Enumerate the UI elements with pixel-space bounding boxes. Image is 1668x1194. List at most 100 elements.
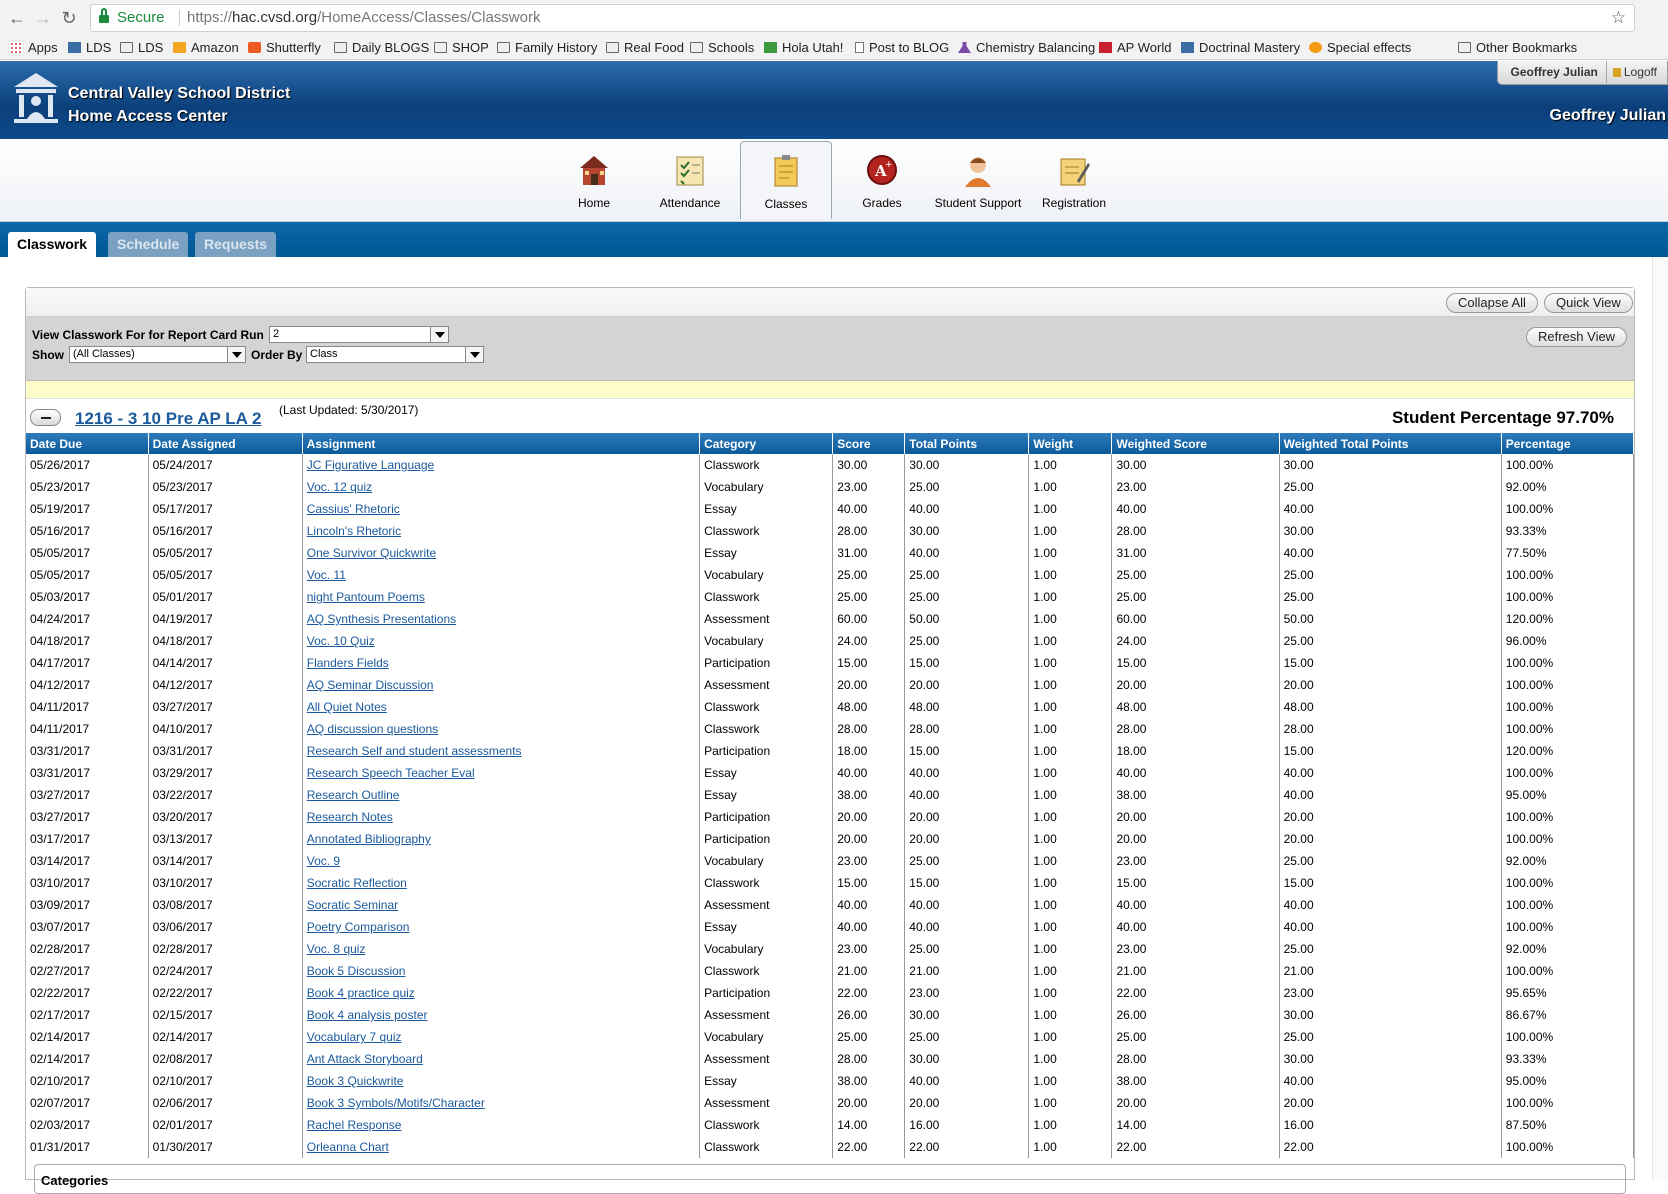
assignment-cell[interactable]: All Quiet Notes [302,696,701,718]
bookmark-item[interactable]: Apps [10,39,58,57]
bookmark-item[interactable]: Shutterfly [248,39,321,57]
collapse-all-button[interactable]: Collapse All [1446,293,1538,313]
assignment-link[interactable]: Research Notes [307,810,393,824]
tab-requests[interactable]: Requests [195,232,277,257]
assignment-cell[interactable]: Research Speech Teacher Eval [302,762,701,784]
assignment-link[interactable]: AQ Synthesis Presentations [307,612,456,626]
assignment-link[interactable]: Socratic Seminar [307,898,398,912]
bookmark-item[interactable]: Post to BLOG [855,39,949,57]
assignment-cell[interactable]: Annotated Bibliography [302,828,701,850]
refresh-view-button[interactable]: Refresh View [1526,327,1628,347]
assignment-link[interactable]: Book 3 Quickwrite [307,1074,404,1088]
assignment-link[interactable]: Ant Attack Storyboard [307,1052,423,1066]
assignment-link[interactable]: Research Self and student assessments [307,744,522,758]
assignment-cell[interactable]: One Survivor Quickwrite [302,542,701,564]
assignment-link[interactable]: Lincoln's Rhetoric [307,524,401,538]
column-header[interactable]: Category [699,433,834,454]
assignment-cell[interactable]: Vocabulary 7 quiz [302,1026,701,1048]
assignment-cell[interactable]: Voc. 11 [302,564,701,586]
nav-registration[interactable]: Registration [1028,141,1120,217]
assignment-link[interactable]: AQ discussion questions [307,722,438,736]
assignment-link[interactable]: Voc. 12 quiz [307,480,372,494]
column-header[interactable]: Date Assigned [148,433,303,454]
address-bar[interactable]: Secure https://hac.cvsd.org/HomeAccess/C… [90,4,1635,32]
assignment-link[interactable]: night Pantoum Poems [307,590,425,604]
assignment-cell[interactable]: JC Figurative Language [302,454,701,476]
nav-classes[interactable]: Classes [740,141,832,219]
assignment-cell[interactable]: night Pantoum Poems [302,586,701,608]
assignment-link[interactable]: Voc. 8 quiz [307,942,366,956]
column-header[interactable]: Score [832,433,906,454]
assignment-cell[interactable]: AQ discussion questions [302,718,701,740]
logoff-link[interactable]: Logoff [1607,61,1657,83]
assignment-link[interactable]: Socratic Reflection [307,876,407,890]
order-by-select[interactable]: Class [306,346,484,363]
assignment-cell[interactable]: Research Notes [302,806,701,828]
assignment-cell[interactable]: Book 4 practice quiz [302,982,701,1004]
bookmark-item[interactable]: SHOP [434,39,489,57]
bookmark-item[interactable]: AP World [1099,39,1171,57]
assignment-cell[interactable]: Lincoln's Rhetoric [302,520,701,542]
assignment-link[interactable]: Research Outline [307,788,400,802]
bookmark-item[interactable]: LDS [68,39,111,57]
bookmark-item[interactable]: Hola Utah! [764,39,843,57]
column-header[interactable]: Date Due [26,433,149,454]
bookmark-item[interactable]: Daily BLOGS [334,39,429,57]
assignment-cell[interactable]: Book 3 Quickwrite [302,1070,701,1092]
tab-schedule[interactable]: Schedule [108,232,189,257]
column-header[interactable]: Weighted Score [1111,433,1280,454]
nav-grades[interactable]: A + Grades [836,141,928,217]
bookmark-item[interactable]: Special effects [1309,39,1411,57]
assignment-cell[interactable]: Research Self and student assessments [302,740,701,762]
forward-icon[interactable]: → [32,7,54,29]
assignment-link[interactable]: Book 3 Symbols/Motifs/Character [307,1096,485,1110]
column-header[interactable]: Percentage [1501,433,1635,454]
assignment-cell[interactable]: Rachel Response [302,1114,701,1136]
assignment-cell[interactable]: Book 5 Discussion [302,960,701,982]
assignment-link[interactable]: Flanders Fields [307,656,389,670]
assignment-cell[interactable]: Voc. 10 Quiz [302,630,701,652]
bookmark-item[interactable]: Amazon [173,39,239,57]
collapse-class-button[interactable] [30,409,61,426]
assignment-link[interactable]: Orleanna Chart [307,1140,389,1154]
assignment-cell[interactable]: Book 3 Symbols/Motifs/Character [302,1092,701,1114]
assignment-link[interactable]: Book 5 Discussion [307,964,406,978]
reload-icon[interactable]: ↻ [58,7,80,29]
assignment-link[interactable]: All Quiet Notes [307,700,387,714]
assignment-link[interactable]: JC Figurative Language [307,458,434,472]
assignment-link[interactable]: Poetry Comparison [307,920,410,934]
quick-view-button[interactable]: Quick View [1544,293,1633,313]
nav-home[interactable]: Home [548,141,640,217]
assignment-cell[interactable]: Flanders Fields [302,652,701,674]
assignment-cell[interactable]: Voc. 9 [302,850,701,872]
column-header[interactable]: Total Points [904,433,1030,454]
assignment-cell[interactable]: Ant Attack Storyboard [302,1048,701,1070]
show-select[interactable]: (All Classes) [69,346,246,363]
column-header[interactable]: Weighted Total Points [1279,433,1502,454]
bookmark-item[interactable]: Family History [497,39,597,57]
assignment-cell[interactable]: Voc. 12 quiz [302,476,701,498]
assignment-link[interactable]: Cassius' Rhetoric [307,502,400,516]
assignment-cell[interactable]: Book 4 analysis poster [302,1004,701,1026]
assignment-cell[interactable]: Orleanna Chart [302,1136,701,1158]
class-title-link[interactable]: 1216 - 3 10 Pre AP LA 2 [75,409,261,429]
back-icon[interactable]: ← [6,7,28,29]
bookmark-item[interactable]: Real Food [606,39,684,57]
assignment-cell[interactable]: Socratic Reflection [302,872,701,894]
bookmark-item[interactable]: LDS [120,39,163,57]
assignment-link[interactable]: Voc. 9 [307,854,340,868]
assignment-cell[interactable]: Poetry Comparison [302,916,701,938]
bookmark-star-icon[interactable]: ☆ [1611,5,1626,31]
bookmark-item[interactable]: Doctrinal Mastery [1181,39,1300,57]
nav-attendance[interactable]: Attendance [644,141,736,217]
assignment-link[interactable]: AQ Seminar Discussion [307,678,434,692]
assignment-link[interactable]: Voc. 11 [307,568,346,582]
page-scrollbar[interactable] [1652,257,1668,1180]
assignment-cell[interactable]: Research Outline [302,784,701,806]
report-run-select[interactable]: 2 [269,326,449,343]
tab-classwork[interactable]: Classwork [8,232,97,257]
assignment-link[interactable]: Rachel Response [307,1118,402,1132]
assignment-link[interactable]: One Survivor Quickwrite [307,546,436,560]
assignment-link[interactable]: Book 4 analysis poster [307,1008,428,1022]
assignment-cell[interactable]: AQ Synthesis Presentations [302,608,701,630]
